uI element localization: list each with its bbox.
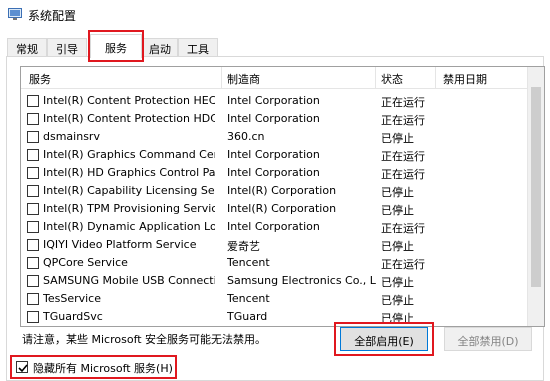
service-manufacturer: Intel(R) Corporation [227,202,337,215]
service-status: 正在运行 [381,150,425,163]
column-header-service[interactable]: 服务 [29,71,51,87]
scrollbar-thumb[interactable] [531,87,541,287]
service-row[interactable]: Intel(R) Content Protection HECI ... Int… [21,92,544,110]
service-row[interactable]: dsmainsrv 360.cn 已停止 [21,128,544,146]
service-manufacturer: 360.cn [227,130,265,143]
service-row[interactable]: Intel(R) Graphics Command Cent... Intel … [21,146,544,164]
tab-label: 工具 [187,43,209,56]
service-manufacturer: 爱奇艺 [227,240,260,253]
service-status: 已停止 [381,204,414,217]
service-name: Intel(R) Content Protection HDCP... [43,112,215,125]
service-checkbox[interactable] [27,185,39,197]
service-checkbox[interactable] [27,239,39,251]
security-note: 请注意，某些 Microsoft 安全服务可能无法禁用。 [22,333,267,346]
service-checkbox[interactable] [27,275,39,287]
tab-boot[interactable]: 引导 [47,38,87,56]
service-row[interactable]: QPCore Service Tencent 正在运行 [21,254,544,272]
service-name: Intel(R) Graphics Command Cent... [43,148,215,161]
service-status: 正在运行 [381,168,425,181]
service-name: Intel(R) Content Protection HECI ... [43,94,215,107]
tab-startup[interactable]: 启动 [142,38,178,56]
service-manufacturer: Samsung Electronics Co., L... [227,274,377,287]
service-row[interactable]: Intel(R) TPM Provisioning Service Intel(… [21,200,544,218]
service-name: Intel(R) Capability Licensing Servi... [43,184,215,197]
service-row[interactable]: Intel(R) Content Protection HDCP... Inte… [21,110,544,128]
service-name: Intel(R) Dynamic Application Loa... [43,220,215,233]
service-manufacturer: Intel(R) Corporation [227,184,337,197]
column-header-disabled-date[interactable]: 禁用日期 [443,71,487,87]
service-name: IQIYI Video Platform Service [43,238,197,251]
service-name: dsmainsrv [43,130,100,143]
enable-all-highlight [334,322,434,356]
service-checkbox[interactable] [27,167,39,179]
service-row[interactable]: IQIYI Video Platform Service 爱奇艺 已停止 [21,236,544,254]
service-manufacturer: Intel Corporation [227,94,320,107]
service-manufacturer: Intel Corporation [227,220,320,233]
service-status: 正在运行 [381,222,425,235]
tab-strip: 常规 引导 服务 启动 工具 [0,34,550,58]
tab-general[interactable]: 常规 [7,38,47,56]
title-bar: 系统配置 [0,0,550,30]
service-status: 正在运行 [381,96,425,109]
tab-label: 启动 [149,43,171,56]
service-name: SAMSUNG Mobile USB Connecti... [43,274,215,287]
service-status: 已停止 [381,240,414,253]
service-row[interactable]: TesService Tencent 已停止 [21,290,544,308]
service-row[interactable]: TGuardSvc TGuard 已停止 [21,308,544,326]
vertical-scrollbar[interactable] [527,67,544,326]
service-manufacturer: Tencent [227,256,270,269]
disable-all-button[interactable]: 全部禁用(D) [444,327,532,351]
service-checkbox[interactable] [27,203,39,215]
service-row[interactable]: SAMSUNG Mobile USB Connecti... Samsung E… [21,272,544,290]
service-name: TGuardSvc [43,310,103,323]
services-list[interactable]: 服务 制造商 状态 禁用日期 Intel(R) Content Protecti… [20,66,545,327]
tab-label: 引导 [56,43,78,56]
column-divider[interactable] [435,67,436,89]
service-checkbox[interactable] [27,257,39,269]
service-row[interactable]: Intel(R) HD Graphics Control Pan... Inte… [21,164,544,182]
service-name: TesService [43,292,102,305]
service-name: QPCore Service [43,256,128,269]
service-row[interactable]: Intel(R) Dynamic Application Loa... Inte… [21,218,544,236]
service-status: 已停止 [381,276,414,289]
service-status: 已停止 [381,132,414,145]
service-checkbox[interactable] [27,311,39,323]
hide-ms-highlight [10,355,177,379]
service-checkbox[interactable] [27,221,39,233]
service-checkbox[interactable] [27,149,39,161]
service-row[interactable]: Intel(R) Capability Licensing Servi... I… [21,182,544,200]
service-manufacturer: Intel Corporation [227,148,320,161]
service-manufacturer: Intel Corporation [227,112,320,125]
service-manufacturer: Intel Corporation [227,166,320,179]
service-status: 已停止 [381,186,414,199]
service-status: 已停止 [381,294,414,307]
service-manufacturer: Tencent [227,292,270,305]
service-status: 正在运行 [381,258,425,271]
column-header-status[interactable]: 状态 [381,71,403,87]
column-divider[interactable] [375,67,376,89]
service-checkbox[interactable] [27,293,39,305]
list-header: 服务 制造商 状态 禁用日期 [21,67,544,89]
tab-label: 常规 [16,43,38,56]
tab-tools[interactable]: 工具 [178,38,218,56]
service-checkbox[interactable] [27,131,39,143]
service-status: 正在运行 [381,114,425,127]
service-name: Intel(R) TPM Provisioning Service [43,202,215,215]
services-tab-highlight [88,30,144,62]
column-header-manufacturer[interactable]: 制造商 [227,71,260,87]
system-config-icon [8,8,22,20]
service-checkbox[interactable] [27,95,39,107]
service-checkbox[interactable] [27,113,39,125]
service-name: Intel(R) HD Graphics Control Pan... [43,166,215,179]
column-divider[interactable] [221,67,222,89]
window-title: 系统配置 [28,9,77,23]
